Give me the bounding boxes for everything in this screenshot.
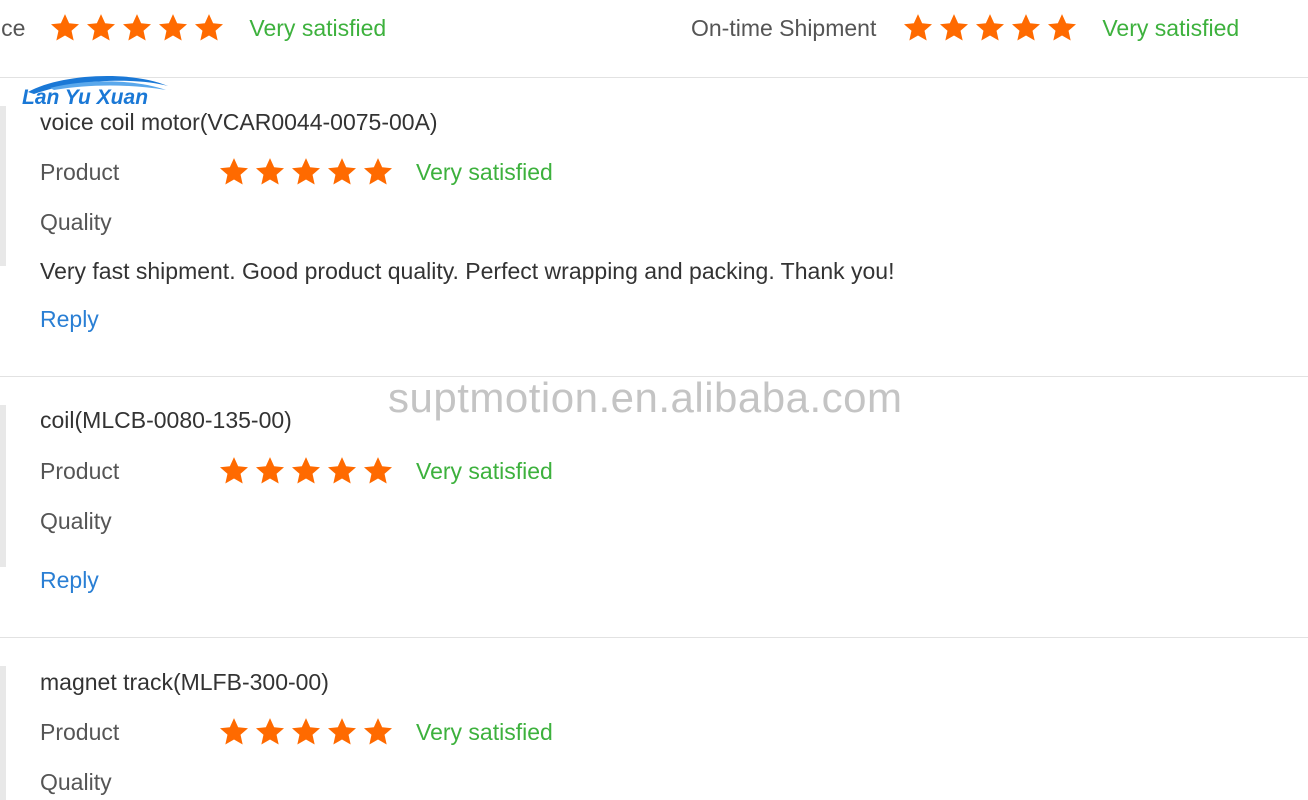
review-product-name: coil(MLCB-0080-135-00) — [40, 407, 292, 433]
review-left-bar — [0, 666, 6, 800]
product-stars — [218, 716, 394, 748]
star-icon — [256, 457, 284, 484]
star-icon — [940, 14, 969, 41]
shipment-label: On-time Shipment — [691, 14, 877, 41]
quality-rating-label: Quality — [40, 209, 112, 235]
star-icon — [364, 457, 392, 484]
star-icon — [87, 14, 116, 41]
rating-summary: ice Very satisfied On-time Shipment Very… — [0, 0, 1308, 78]
service-rating: ice Very satisfied — [0, 10, 386, 46]
star-icon — [328, 158, 356, 185]
lanyuxuan-logo: Lan Yu Xuan — [20, 72, 172, 116]
star-icon — [220, 158, 248, 185]
shipment-rating-text: Very satisfied — [1102, 14, 1240, 41]
product-rating: Very satisfied — [218, 156, 553, 188]
reply-link[interactable]: Reply — [40, 567, 99, 594]
star-icon — [220, 457, 248, 484]
service-rating-text: Very satisfied — [249, 14, 387, 41]
star-icon — [904, 14, 933, 41]
product-stars — [218, 156, 394, 188]
star-icon — [292, 158, 320, 185]
review-divider — [0, 637, 1308, 638]
star-icon — [328, 718, 356, 745]
star-icon — [1048, 14, 1077, 41]
quality-rating-label: Quality — [40, 769, 112, 795]
product-rating: Very satisfied — [218, 455, 553, 487]
site-watermark: suptmotion.en.alibaba.com — [388, 374, 903, 421]
product-rating-label: Product — [40, 159, 120, 185]
star-icon — [976, 14, 1005, 41]
star-icon — [292, 718, 320, 745]
reply-link[interactable]: Reply — [40, 306, 99, 333]
star-icon — [328, 457, 356, 484]
star-icon — [51, 14, 80, 41]
star-icon — [256, 158, 284, 185]
review-left-bar — [0, 405, 6, 567]
service-stars — [49, 12, 225, 44]
product-rating-label: Product — [40, 458, 120, 484]
star-icon — [364, 158, 392, 185]
product-rating-text: Very satisfied — [416, 158, 553, 185]
product-rating-label: Product — [40, 719, 120, 745]
star-icon — [292, 457, 320, 484]
product-rating: Very satisfied — [218, 716, 553, 748]
star-icon — [220, 718, 248, 745]
review-left-bar — [0, 106, 6, 266]
shipment-stars — [902, 12, 1078, 44]
quality-rating-label: Quality — [40, 508, 112, 534]
star-icon — [159, 14, 188, 41]
product-rating-text: Very satisfied — [416, 718, 553, 745]
star-icon — [1012, 14, 1041, 41]
product-stars — [218, 455, 394, 487]
star-icon — [256, 718, 284, 745]
star-icon — [364, 718, 392, 745]
product-rating-text: Very satisfied — [416, 457, 553, 484]
service-label: ice — [0, 14, 26, 41]
star-icon — [195, 14, 224, 41]
review-comment: Very fast shipment. Good product quality… — [40, 258, 895, 284]
logo-text: Lan Yu Xuan — [22, 86, 149, 109]
shipment-rating: On-time Shipment Very satisfied — [691, 10, 1239, 46]
review-product-name: magnet track(MLFB-300-00) — [40, 669, 329, 695]
star-icon — [123, 14, 152, 41]
reviews-page: ice Very satisfied On-time Shipment Very… — [0, 0, 1308, 800]
